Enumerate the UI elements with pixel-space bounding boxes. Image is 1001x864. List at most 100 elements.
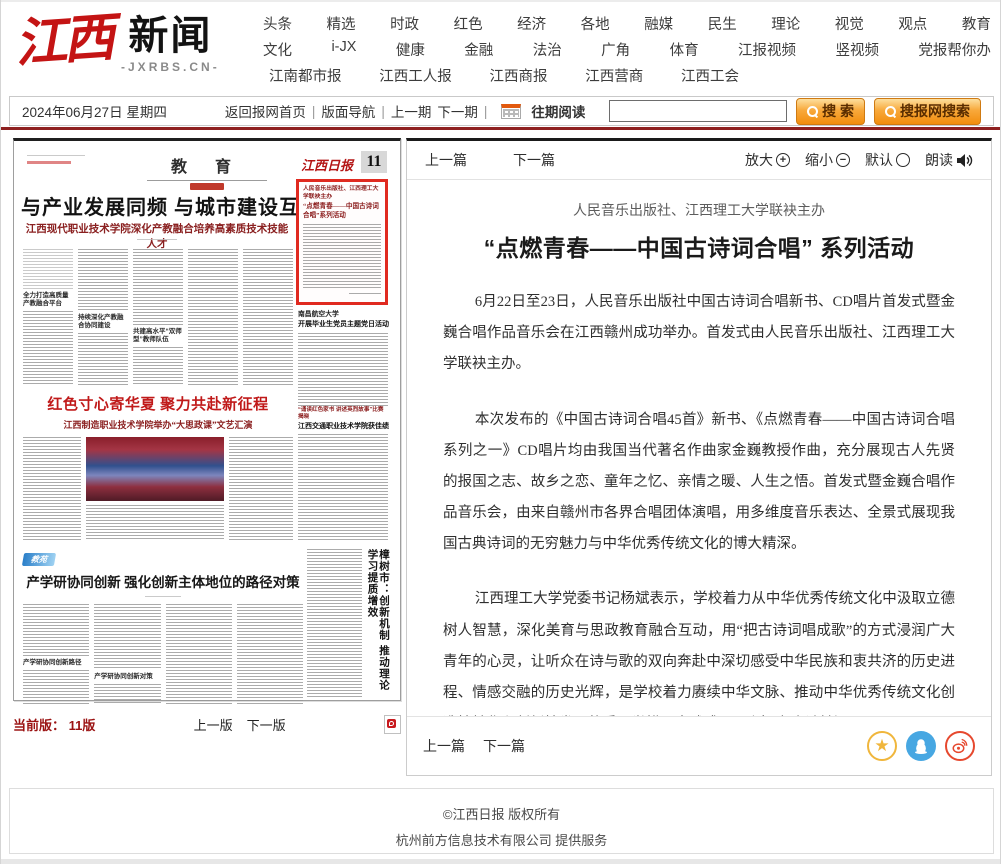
search-button[interactable]: 搜 索 [796, 98, 865, 125]
maroon-divider [1, 127, 1001, 130]
lead-headline: 与产业发展同频 与城市建设互融 [21, 191, 293, 220]
paper-page-number: 11 [361, 151, 387, 173]
vertical-article: 樟树市：创新机制 推动理论学习提质增效 [307, 549, 389, 697]
nav-link-ijx[interactable]: i-JX [331, 39, 356, 60]
zoom-reset-control[interactable]: 默认 [865, 150, 910, 170]
nav-link-politics[interactable]: 时政 [390, 13, 419, 34]
nav-link-media[interactable]: 融媒 [644, 13, 673, 34]
paragraph: 江西理工大学党委书记杨斌表示，学校着力从中华优秀传统文化中汲取立德树人智慧，深化… [443, 584, 955, 716]
nav-link-health[interactable]: 健康 [396, 39, 425, 60]
article-kicker: 南昌航空大学 [298, 311, 388, 319]
middle-columns [23, 437, 293, 541]
article-kicker: “诵读红色家书 讲述英烈故事”比赛揭晓 [298, 407, 388, 421]
nav-link-headlines[interactable]: 头条 [263, 13, 292, 34]
zoom-out-control[interactable]: 缩小 − [805, 150, 850, 170]
read-aloud-control[interactable]: 朗读 [925, 150, 973, 170]
prev-page-link[interactable]: 上一版 [194, 715, 233, 734]
share-qq-icon[interactable] [906, 731, 936, 761]
section-divider [147, 180, 267, 181]
article-title: “点燃青春——中国古诗词合唱” 系列活动 [443, 229, 955, 263]
share-weibo-icon[interactable] [945, 731, 975, 761]
nav-link-livelihood[interactable]: 民生 [708, 13, 737, 34]
bottom-columns: 产学研协同创新路径 产学研协同创新对策 [23, 604, 303, 704]
nav-link-visual[interactable]: 视觉 [835, 13, 864, 34]
nav-link-wideangle[interactable]: 广角 [601, 39, 630, 60]
nav-row-2: 文化 i-JX 健康 金融 法治 广角 体育 江报视频 竖视频 党报帮你办 [263, 39, 991, 60]
next-article-link[interactable]: 下一篇 [513, 150, 555, 170]
nav-link-union[interactable]: 江西工会 [681, 65, 739, 86]
column-subhead: 产学研协同创新对策 [94, 673, 160, 681]
highlighted-article-box[interactable]: 人民音乐出版社、江西理工大学联袂主办 “点燃青春——中国古诗词合唱”系列活动 [296, 179, 388, 305]
text-placeholder [237, 604, 303, 704]
zoom-out-label: 缩小 [805, 150, 833, 170]
nav-link-culture[interactable]: 文化 [263, 39, 292, 60]
prev-article-link[interactable]: 上一篇 [425, 150, 467, 170]
prev-article-link-bottom[interactable]: 上一篇 [423, 736, 465, 756]
nav-link-business-paper[interactable]: 江西商报 [490, 65, 548, 86]
nav-link-party-help[interactable]: 党报帮你办 [918, 39, 991, 60]
article-panel: 上一篇 下一篇 放大 + 缩小 − 默认 朗读 [406, 138, 992, 776]
column [237, 604, 303, 704]
archive-link[interactable]: 往期阅读 [531, 101, 585, 121]
zoom-out-icon: − [836, 153, 850, 167]
nav-link-regions[interactable]: 各地 [581, 13, 610, 34]
nav-link-sports[interactable]: 体育 [670, 39, 699, 60]
site-logo[interactable]: 江西 新闻 -JXRBS.CN- [15, 6, 220, 78]
nav-link-law[interactable]: 法治 [533, 39, 562, 60]
nav-link-jiangnan-daily[interactable]: 江南都市报 [269, 65, 342, 86]
search-input[interactable] [609, 100, 787, 122]
nav-link-red[interactable]: 红色 [454, 13, 483, 34]
qq-penguin-icon [912, 737, 930, 755]
text-placeholder [86, 505, 224, 541]
nav-link-theory[interactable]: 理论 [771, 13, 800, 34]
next-page-link[interactable]: 下一版 [247, 715, 286, 734]
date-bar: 2024年06月27日 星期四 返回报网首页 | 版面导航 | 上一期 下一期 … [9, 96, 994, 126]
nav-link-vertical-video[interactable]: 竖视频 [835, 39, 879, 60]
paragraph: 6月22日至23日，人民音乐出版社中国古诗词合唱新书、CD唱片首发式暨金巍合唱作… [443, 287, 955, 381]
nav-link-education[interactable]: 教育 [962, 13, 991, 34]
share-qzone-icon[interactable]: ★ [867, 731, 897, 761]
column-subhead: 持续深化产教融合协同建设 [78, 314, 128, 330]
nav-link-yingshang[interactable]: 江西营商 [585, 65, 643, 86]
text-placeholder [78, 249, 128, 311]
nav-row-1: 头条 精选 时政 红色 经济 各地 融媒 民生 理论 视觉 观点 教育 [263, 13, 991, 34]
nav-link-video[interactable]: 江报视频 [738, 39, 796, 60]
section-tag: 教苑 [22, 553, 56, 566]
article-body: 人民音乐出版社、江西理工大学联袂主办 “点燃青春——中国古诗词合唱” 系列活动 … [407, 180, 991, 716]
nav-link-economy[interactable]: 经济 [517, 13, 546, 34]
nav-link-opinion[interactable]: 观点 [898, 13, 927, 34]
article-bottom-bar: 上一篇 下一篇 ★ [407, 716, 991, 775]
logo-domain: -JXRBS.CN- [121, 60, 220, 74]
pdf-icon[interactable] [384, 715, 401, 734]
nav-row-3: 江南都市报 江西工人报 江西商报 江西营商 江西工会 [269, 65, 739, 86]
boxed-article-title: “点燃青春——中国古诗词合唱”系列活动 [303, 203, 381, 220]
text-placeholder [229, 437, 293, 541]
separator: | [381, 104, 385, 119]
nav-link-featured[interactable]: 精选 [327, 13, 356, 34]
next-issue-link[interactable]: 下一期 [437, 101, 478, 121]
zoom-in-label: 放大 [745, 150, 773, 170]
prev-issue-link[interactable]: 上一期 [391, 101, 432, 121]
nav-link-finance[interactable]: 金融 [464, 39, 493, 60]
text-placeholder [303, 224, 381, 290]
lead-subhead: 江西现代职业技术学院深化产教融合培养高素质技术技能人才 [21, 221, 293, 251]
column-subhead: 产学研协同创新路径 [23, 659, 89, 667]
current-date: 2024年06月27日 星期四 [22, 101, 167, 121]
nav-link-workers-paper[interactable]: 江西工人报 [379, 65, 452, 86]
zoom-in-control[interactable]: 放大 + [745, 150, 790, 170]
issue-links: 返回报网首页 | 版面导航 | 上一期 下一期 | 往期阅读 [225, 101, 586, 121]
newspaper-page-thumbnail[interactable]: 教 育 江西日报 11 与产业发展同频 与城市建设互融 江西现代职业技术学院深化… [13, 138, 401, 701]
site-header: 江西 新闻 -JXRBS.CN- 头条 精选 时政 红色 经济 各地 融媒 民生… [1, 0, 1001, 90]
text-placeholder [298, 434, 388, 542]
lead-byline-placeholder [137, 239, 177, 242]
column-subhead: 共建高水平“双师型”教师队伍 [133, 328, 183, 344]
site-search-button[interactable]: 搜报网搜索 [874, 98, 981, 125]
back-home-link[interactable]: 返回报网首页 [225, 101, 306, 121]
toolbar-right: 放大 + 缩小 − 默认 朗读 [745, 150, 973, 170]
byline-placeholder [145, 596, 181, 599]
logo-text: 新闻 [128, 14, 212, 58]
layout-nav-link[interactable]: 版面导航 [321, 101, 375, 121]
article-toolbar: 上一篇 下一篇 放大 + 缩小 − 默认 朗读 [407, 141, 991, 180]
next-article-link-bottom[interactable]: 下一篇 [483, 736, 525, 756]
middle-headline: 红色寸心寄华夏 聚力共赴新征程 [23, 393, 293, 414]
